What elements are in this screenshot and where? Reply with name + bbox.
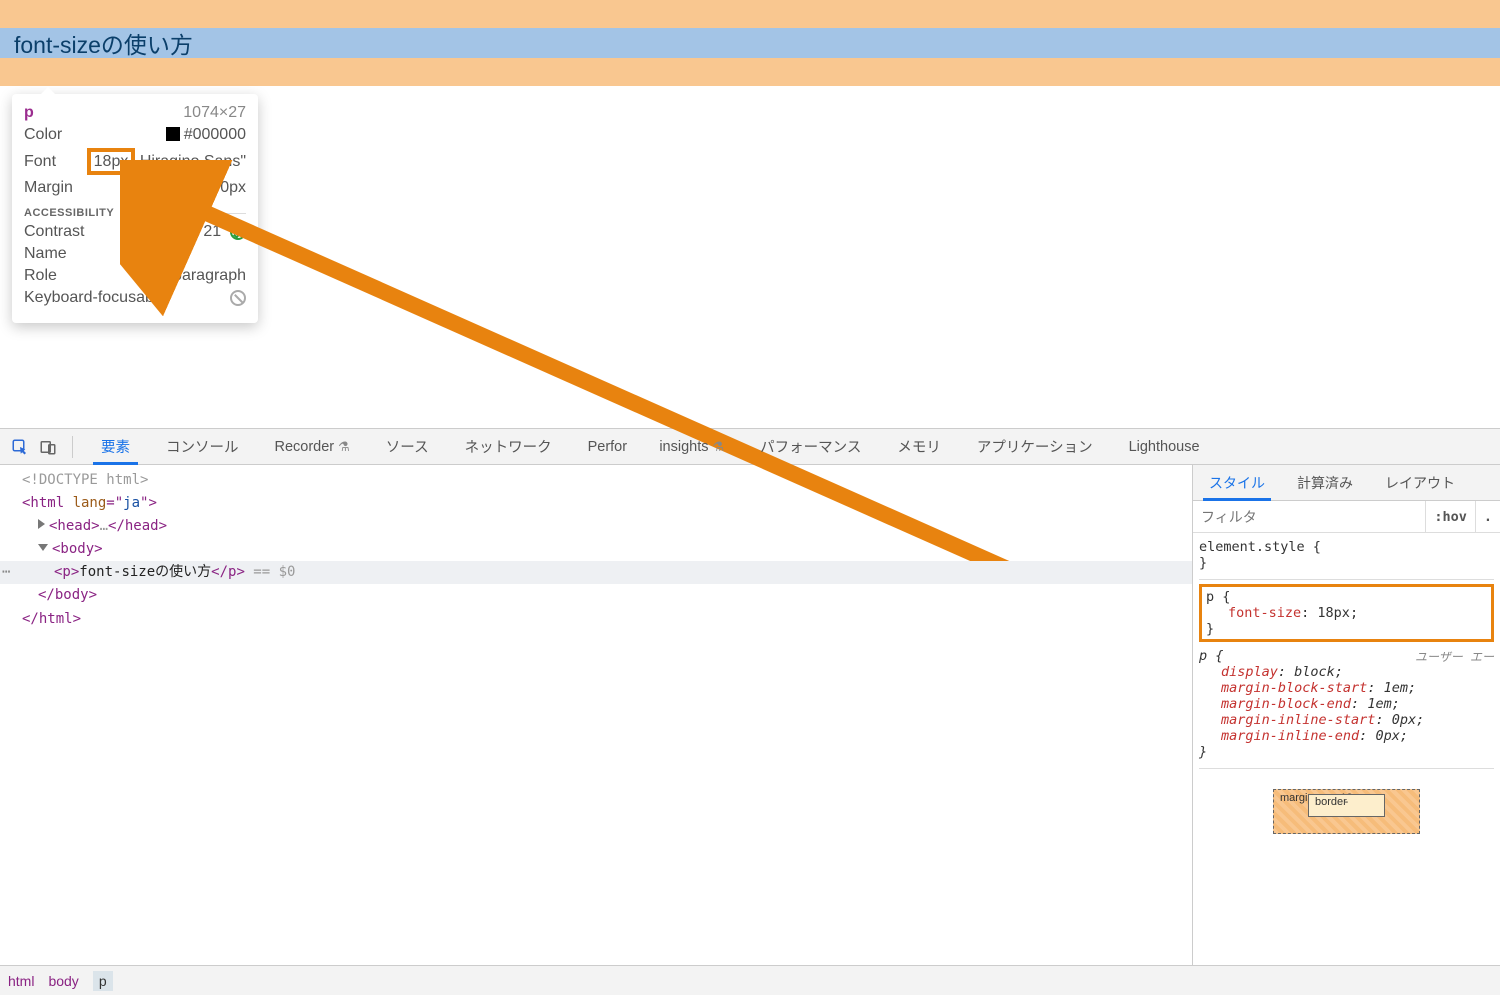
tooltip-tag: p: [24, 104, 34, 122]
tooltip-margin-label: Margin: [24, 179, 73, 197]
tab-sources[interactable]: ソース: [368, 429, 447, 465]
hover-toggle[interactable]: :hov: [1425, 501, 1475, 533]
tooltip-contrast-label: Contrast: [24, 223, 84, 241]
html-open[interactable]: <html lang="ja">: [0, 492, 1192, 515]
crumb-p[interactable]: p: [93, 971, 113, 991]
subtab-computed[interactable]: 計算済み: [1281, 465, 1369, 501]
collapse-icon[interactable]: [38, 544, 48, 551]
flask-icon: ⚗: [712, 439, 724, 455]
dom-tree[interactable]: <!DOCTYPE html> <html lang="ja"> <head>……: [0, 465, 1192, 965]
black-swatch-icon: [166, 127, 180, 141]
tab-perf-insights[interactable]: Perfor insights ⚗: [570, 429, 743, 465]
subtab-styles[interactable]: スタイル: [1193, 465, 1281, 501]
styles-subtabs: スタイル 計算済み レイアウト: [1193, 465, 1500, 501]
tooltip-font-value: 18px Hiragino Sans": [87, 148, 246, 175]
tab-performance[interactable]: パフォーマンス: [742, 429, 879, 465]
p-selected-node[interactable]: ⋯<p>font-sizeの使い方</p> == $0: [0, 561, 1192, 584]
margin-highlight-top: [0, 0, 1500, 28]
tooltip-contrast-value: Aa 21: [171, 223, 246, 241]
tab-console[interactable]: コンソール: [148, 429, 257, 465]
crumb-body[interactable]: body: [48, 973, 78, 989]
tab-application[interactable]: アプリケーション: [959, 429, 1111, 465]
tooltip-kbfocus-label: Keyboard-focusable: [24, 289, 166, 307]
tab-elements[interactable]: 要素: [83, 429, 148, 465]
box-model-diagram[interactable]: margin 18 border -: [1199, 789, 1494, 834]
cls-toggle[interactable]: .: [1475, 501, 1500, 533]
tooltip-role-value: paragraph: [173, 267, 246, 285]
styles-rules[interactable]: element.style { } p { font-size: 18px; }…: [1193, 533, 1500, 838]
styles-filter-row: :hov .: [1193, 501, 1500, 533]
p-rule-open[interactable]: p {: [1206, 589, 1487, 605]
tooltip-name-label: Name: [24, 245, 67, 263]
tooltip-color-label: Color: [24, 126, 62, 144]
html-close: </html>: [0, 608, 1192, 631]
tab-memory[interactable]: メモリ: [879, 429, 959, 465]
body-open[interactable]: <body>: [0, 538, 1192, 561]
tab-lighthouse[interactable]: Lighthouse: [1111, 429, 1218, 465]
head-node[interactable]: <head>…</head>: [0, 515, 1192, 538]
not-focusable-icon: [230, 290, 246, 306]
crumb-html[interactable]: html: [8, 973, 34, 989]
rule-source-ua: ユーザー エー: [1415, 648, 1494, 665]
doctype: <!DOCTYPE html>: [22, 472, 148, 488]
check-ok-icon: [230, 224, 246, 240]
element-inspect-tooltip: p 1074×27 Color #000000 Font 18px Hiragi…: [12, 94, 258, 323]
tooltip-role-label: Role: [24, 267, 57, 285]
toolbar-separator: [72, 436, 73, 458]
tooltip-color-value: #000000: [166, 126, 246, 144]
element-style-rule[interactable]: element.style { }: [1199, 537, 1494, 580]
flask-icon: ⚗: [338, 439, 350, 455]
accessibility-heading: ACCESSIBILITY: [24, 207, 246, 219]
font-size-declaration[interactable]: font-size: 18px;: [1206, 605, 1487, 621]
expand-icon[interactable]: [38, 519, 45, 529]
devtools-body: <!DOCTYPE html> <html lang="ja"> <head>……: [0, 465, 1500, 965]
highlighted-rule-box: p { font-size: 18px; }: [1199, 584, 1494, 642]
margin-highlight-bottom: [0, 58, 1500, 86]
body-close: </body>: [0, 584, 1192, 607]
ua-rule[interactable]: p {ユーザー エー display: block; margin-block-…: [1199, 646, 1494, 769]
p-text: font-sizeの使い方: [14, 26, 193, 60]
highlighted-p-element[interactable]: font-sizeの使い方: [0, 28, 1500, 58]
device-toggle-icon[interactable]: [34, 429, 62, 465]
styles-filter-input[interactable]: [1193, 509, 1425, 525]
tooltip-margin-value: 18px 0px: [181, 179, 246, 197]
tooltip-dimensions: 1074×27: [183, 104, 246, 122]
aa-sample-icon: Aa: [171, 223, 195, 240]
tab-recorder[interactable]: Recorder ⚗: [257, 429, 368, 465]
font-size-highlight: 18px: [87, 148, 136, 175]
tooltip-font-label: Font: [24, 153, 56, 171]
page-preview: font-sizeの使い方 p 1074×27 Color #000000 Fo…: [0, 0, 1500, 428]
subtab-layout[interactable]: レイアウト: [1369, 465, 1471, 501]
devtools-toolbar: 要素 コンソール Recorder ⚗ ソース ネットワーク Perfor in…: [0, 429, 1500, 465]
box-border-top: -: [1345, 796, 1349, 808]
devtools: 要素 コンソール Recorder ⚗ ソース ネットワーク Perfor in…: [0, 428, 1500, 995]
box-border-label: border: [1315, 796, 1347, 808]
styles-panel: スタイル 計算済み レイアウト :hov . element.style { }…: [1192, 465, 1500, 965]
elements-breadcrumb[interactable]: html body p: [0, 965, 1500, 995]
tab-network[interactable]: ネットワーク: [447, 429, 570, 465]
inspect-element-icon[interactable]: [6, 429, 34, 465]
line-actions-icon[interactable]: ⋯: [2, 561, 10, 584]
